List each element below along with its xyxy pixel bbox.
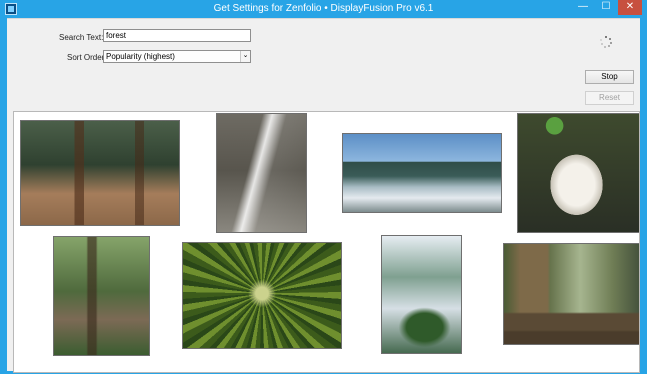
search-input[interactable]: forest bbox=[103, 29, 251, 42]
close-button[interactable]: ✕ bbox=[618, 0, 642, 15]
window: Get Settings for Zenfolio • DisplayFusio… bbox=[0, 0, 647, 374]
sort-order-label: Sort Order: bbox=[67, 53, 107, 62]
sort-order-value: Popularity (highest) bbox=[106, 52, 175, 61]
misty-hills-image[interactable] bbox=[342, 133, 502, 213]
settings-panel: Search Text: forest Sort Order: Populari… bbox=[7, 18, 640, 373]
misty-tree-image[interactable] bbox=[381, 235, 462, 354]
maximize-icon: ☐ bbox=[601, 1, 611, 12]
close-icon: ✕ bbox=[625, 1, 635, 12]
window-title: Get Settings for Zenfolio • DisplayFusio… bbox=[213, 3, 434, 14]
light-beam-forest-image[interactable] bbox=[216, 113, 307, 233]
forest-stump-image[interactable] bbox=[53, 236, 150, 356]
stop-button[interactable]: Stop bbox=[585, 70, 634, 84]
title-bar[interactable]: Get Settings for Zenfolio • DisplayFusio… bbox=[0, 0, 647, 18]
minimize-button[interactable]: — bbox=[573, 0, 593, 15]
loading-spinner-icon bbox=[600, 36, 612, 48]
forest-trail-image[interactable] bbox=[20, 120, 180, 226]
chevron-down-icon[interactable]: ⌄ bbox=[240, 51, 250, 62]
mushroom-forest-image[interactable] bbox=[517, 113, 639, 233]
minimize-icon: — bbox=[578, 1, 588, 12]
image-results-grid bbox=[13, 111, 640, 373]
maximize-button[interactable]: ☐ bbox=[596, 0, 616, 15]
bamboo-canopy-image[interactable] bbox=[182, 242, 342, 349]
reset-button[interactable]: Reset bbox=[585, 91, 634, 105]
sort-order-select[interactable]: Popularity (highest) ⌄ bbox=[103, 50, 251, 63]
redwood-forest-image[interactable] bbox=[503, 243, 639, 345]
search-text-label: Search Text: bbox=[59, 33, 104, 42]
